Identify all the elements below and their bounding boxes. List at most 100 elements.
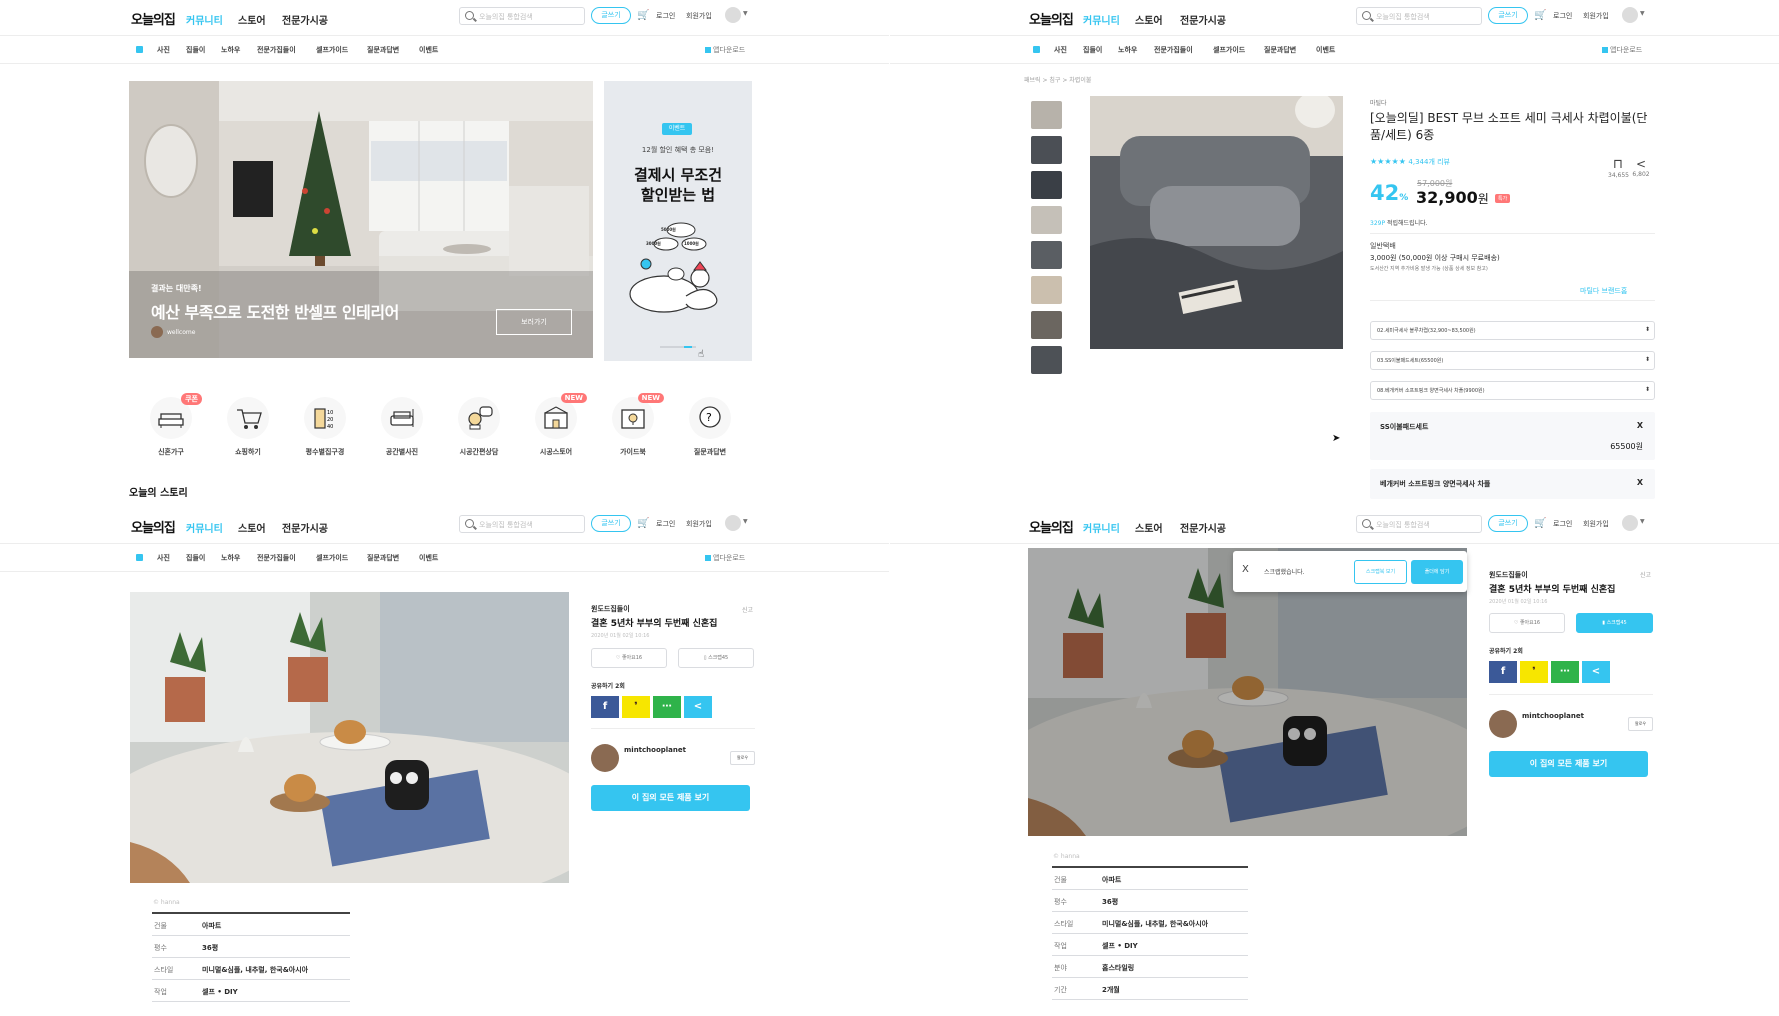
- subnav-photo[interactable]: 사진: [157, 45, 170, 55]
- logo[interactable]: 오늘의집: [131, 517, 176, 536]
- subnav-self-guide[interactable]: 셀프가이드: [316, 45, 348, 55]
- category-shopping[interactable]: 쇼핑하기: [218, 397, 278, 457]
- search-input[interactable]: 오늘의집 통합검색: [1356, 515, 1482, 533]
- subnav-photo[interactable]: 사진: [1054, 45, 1067, 55]
- kakao-share-icon[interactable]: ❜: [622, 696, 650, 718]
- search-input[interactable]: 오늘의집 통합검색: [1356, 7, 1482, 25]
- menu-store[interactable]: 스토어: [1135, 520, 1163, 535]
- chevron-down-icon[interactable]: ▼: [743, 10, 748, 17]
- subnav-expert-house[interactable]: 전문가집들이: [257, 553, 296, 563]
- report-link[interactable]: 신고: [742, 605, 753, 614]
- chevron-down-icon[interactable]: ▼: [1640, 10, 1645, 17]
- subnav-knowhow[interactable]: 노하우: [221, 553, 240, 563]
- category-by-size[interactable]: 10 20 40 평수별집구경: [295, 397, 355, 457]
- post-category[interactable]: 원도드집들이: [591, 604, 630, 614]
- avatar[interactable]: [1622, 515, 1638, 531]
- menu-community[interactable]: 커뮤니티: [186, 520, 223, 535]
- subnav-qna[interactable]: 질문과답변: [367, 45, 399, 55]
- option-select-2[interactable]: 03.SS이불패드세트(65500원): [1370, 351, 1655, 370]
- subnav-knowhow[interactable]: 노하우: [221, 45, 240, 55]
- category-guidebook[interactable]: NEW 가이드북: [603, 393, 664, 457]
- subnav-housewarming[interactable]: 집들이: [186, 45, 205, 55]
- app-download-link[interactable]: 앱다운로드: [705, 45, 745, 55]
- write-button[interactable]: 글쓰기: [591, 515, 631, 532]
- category-by-room[interactable]: 공간별사진: [372, 397, 432, 457]
- logo[interactable]: 오늘의집: [131, 9, 176, 28]
- scrap-button[interactable]: ▯ 스크랩45: [678, 648, 754, 668]
- carousel-indicator[interactable]: [660, 346, 696, 348]
- brand-name[interactable]: 마틸다: [1370, 98, 1387, 107]
- author-name[interactable]: mintchooplanet: [624, 746, 686, 754]
- search-input[interactable]: 오늘의집 통합검색: [459, 7, 585, 25]
- menu-community[interactable]: 커뮤니티: [1083, 520, 1120, 535]
- url-share-icon[interactable]: <: [684, 696, 712, 718]
- cart-icon[interactable]: 🛒: [1534, 518, 1546, 529]
- report-link[interactable]: 신고: [1640, 570, 1651, 579]
- event-banner[interactable]: 이벤트 12월 할인 혜택 총 모음! 결제시 무조건 할인받는 법 5000원…: [604, 81, 752, 361]
- hero-view-button[interactable]: 보러가기: [496, 309, 572, 335]
- option-select-1[interactable]: 02.세미극세사 블루차렵(32,900~83,500원): [1370, 321, 1655, 340]
- menu-expert[interactable]: 전문가시공: [282, 520, 328, 535]
- subnav-housewarming[interactable]: 집들이: [186, 553, 205, 563]
- menu-expert[interactable]: 전문가시공: [1180, 520, 1226, 535]
- subnav-housewarming[interactable]: 집들이: [1083, 45, 1102, 55]
- thumbnail[interactable]: [1031, 241, 1062, 269]
- avatar[interactable]: [725, 515, 741, 531]
- category-newlywed-furniture[interactable]: 쿠폰 신혼가구: [141, 393, 202, 457]
- menu-expert[interactable]: 전문가시공: [282, 12, 328, 27]
- avatar[interactable]: [1622, 7, 1638, 23]
- menu-community[interactable]: 커뮤니티: [1083, 12, 1120, 27]
- category-consult[interactable]: 시공간편상담: [449, 397, 509, 457]
- author-avatar[interactable]: [1489, 710, 1517, 738]
- share-button[interactable]: <6,802: [1631, 157, 1651, 178]
- home-icon[interactable]: [136, 46, 143, 53]
- login-link[interactable]: 로그인: [1553, 11, 1572, 21]
- like-button[interactable]: ♡ 좋아요16: [1489, 613, 1565, 633]
- write-button[interactable]: 글쓰기: [1488, 515, 1528, 532]
- all-products-button[interactable]: 이 집의 모든 제품 보기: [591, 785, 750, 811]
- app-download-link[interactable]: 앱다운로드: [1602, 45, 1642, 55]
- search-input[interactable]: 오늘의집 통합검색: [459, 515, 585, 533]
- thumbnail[interactable]: [1031, 136, 1062, 164]
- write-button[interactable]: 글쓰기: [1488, 7, 1528, 24]
- thumbnail[interactable]: [1031, 101, 1062, 129]
- app-download-link[interactable]: 앱다운로드: [705, 553, 745, 563]
- signup-link[interactable]: 회원가입: [1583, 519, 1609, 529]
- product-main-image[interactable]: [1090, 96, 1343, 349]
- login-link[interactable]: 로그인: [656, 519, 675, 529]
- signup-link[interactable]: 회원가입: [686, 519, 712, 529]
- thumbnail[interactable]: [1031, 206, 1062, 234]
- thumbnail[interactable]: [1031, 276, 1062, 304]
- author-avatar[interactable]: [591, 744, 619, 772]
- subnav-event[interactable]: 이벤트: [1316, 45, 1335, 55]
- chevron-down-icon[interactable]: ▼: [743, 518, 748, 525]
- all-products-button[interactable]: 이 집의 모든 제품 보기: [1489, 751, 1648, 777]
- facebook-share-icon[interactable]: f: [1489, 661, 1517, 683]
- subnav-self-guide[interactable]: 셀프가이드: [316, 553, 348, 563]
- brand-home-link[interactable]: 마틸다 브랜드홈: [1580, 286, 1627, 296]
- menu-community[interactable]: 커뮤니티: [186, 12, 223, 27]
- category-qna[interactable]: ? 질문과답변: [680, 397, 740, 457]
- menu-expert[interactable]: 전문가시공: [1180, 12, 1226, 27]
- chevron-down-icon[interactable]: ▼: [1640, 518, 1645, 525]
- kakaotalk-share-icon[interactable]: ⋯: [1551, 661, 1579, 683]
- like-button[interactable]: ♡ 좋아요16: [591, 648, 667, 668]
- menu-store[interactable]: 스토어: [238, 12, 266, 27]
- hero-banner[interactable]: 결과는 대만족! 예산 부족으로 도전한 반셀프 인테리어 wellcome 보…: [129, 81, 593, 358]
- scrap-button[interactable]: ▮ 스크랩45: [1576, 613, 1653, 633]
- thumbnail[interactable]: [1031, 311, 1062, 339]
- login-link[interactable]: 로그인: [1553, 519, 1572, 529]
- home-icon[interactable]: [1033, 46, 1040, 53]
- breadcrumb[interactable]: 패브릭 > 침구 > 차렵이불: [1024, 75, 1091, 84]
- rating-stars[interactable]: ★★★★★ 4,344개 리뷰: [1370, 157, 1450, 167]
- category-construction-store[interactable]: NEW 시공스토어: [526, 393, 587, 457]
- bookmark-button[interactable]: ⊓ 34,655: [1608, 157, 1629, 179]
- view-scrapbook-button[interactable]: 스크랩북 보기: [1354, 560, 1407, 584]
- thumbnail[interactable]: [1031, 346, 1062, 374]
- logo[interactable]: 오늘의집: [1029, 9, 1074, 28]
- subnav-expert-house[interactable]: 전문가집들이: [1154, 45, 1193, 55]
- post-cover-image[interactable]: [130, 592, 569, 883]
- login-link[interactable]: 로그인: [656, 11, 675, 21]
- home-icon[interactable]: [136, 554, 143, 561]
- cart-icon[interactable]: 🛒: [637, 518, 649, 529]
